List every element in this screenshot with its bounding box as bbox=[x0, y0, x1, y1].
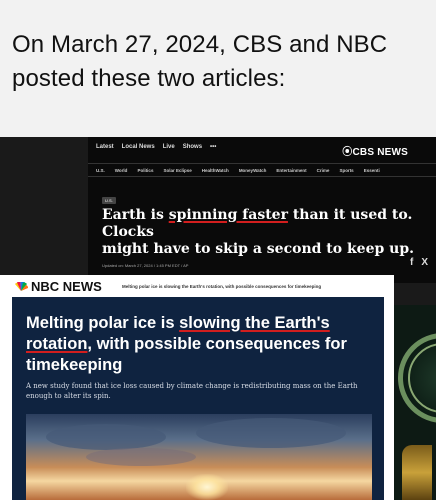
dial-gold-element bbox=[402, 445, 432, 500]
nbc-headline-underlined-1: slowing the Earth's bbox=[179, 314, 330, 332]
cbs-updated-date: Updated on: March 27, 2024 / 1:45 PM EDT… bbox=[102, 263, 189, 268]
cbs-article-screenshot: Latest Local News Live Shows ••• ⦿CBS NE… bbox=[88, 137, 436, 283]
cbs-nav-more[interactable]: ••• bbox=[210, 144, 216, 150]
cbs-section-tag[interactable]: U.S. bbox=[102, 197, 116, 204]
nbc-hero-image[interactable] bbox=[26, 414, 372, 500]
cbs-subnav-healthwatch[interactable]: HealthWatch bbox=[202, 168, 229, 173]
nbc-top-bar: NBC NEWS Melting polar ice is slowing th… bbox=[0, 275, 394, 297]
clock-dial-photo bbox=[394, 305, 436, 500]
cbs-subnav-solar-eclipse[interactable]: Solar Eclipse bbox=[163, 168, 191, 173]
cbs-subnav: U.S. World Politics Solar Eclipse Health… bbox=[88, 163, 436, 177]
nbc-article-screenshot: NBC NEWS Melting polar ice is slowing th… bbox=[0, 275, 394, 500]
facebook-icon[interactable]: f bbox=[410, 257, 413, 268]
x-icon[interactable]: X bbox=[421, 257, 428, 268]
cloud-shape bbox=[86, 448, 196, 466]
cbs-subnav-crime[interactable]: Crime bbox=[317, 168, 330, 173]
peacock-icon bbox=[15, 281, 28, 291]
cbs-subnav-world[interactable]: World bbox=[115, 168, 128, 173]
nbc-news-logo[interactable]: NBC NEWS bbox=[0, 279, 122, 294]
cbs-news-logo[interactable]: ⦿CBS NEWS bbox=[342, 143, 408, 158]
sun-glow bbox=[186, 474, 228, 500]
cloud-shape bbox=[196, 418, 346, 448]
cbs-share-icons: f X bbox=[410, 257, 428, 268]
cbs-headline: Earth is spinning faster than it used to… bbox=[102, 207, 436, 258]
nbc-headline-underlined-2: rotation bbox=[26, 335, 88, 353]
cbs-nav-local-news[interactable]: Local News bbox=[122, 144, 155, 150]
cbs-nav-latest[interactable]: Latest bbox=[96, 144, 114, 150]
nbc-article-body: Melting polar ice is slowing the Earth's… bbox=[12, 297, 384, 500]
post-caption: On March 27, 2024, CBS and NBC posted th… bbox=[12, 31, 388, 92]
cbs-subnav-moneywatch[interactable]: MoneyWatch bbox=[239, 168, 267, 173]
nbc-headline: Melting polar ice is slowing the Earth's… bbox=[26, 313, 372, 376]
cbs-subnav-politics[interactable]: Politics bbox=[137, 168, 153, 173]
cbs-nav-live[interactable]: Live bbox=[163, 144, 175, 150]
nbc-topline-title: Melting polar ice is slowing the Earth's… bbox=[122, 283, 322, 289]
cbs-subnav-essentials[interactable]: Essenti bbox=[364, 168, 380, 173]
nbc-brand-text: NBC NEWS bbox=[31, 278, 102, 294]
cbs-subnav-us[interactable]: U.S. bbox=[96, 168, 105, 173]
cbs-headline-part-1: Earth is bbox=[102, 207, 169, 223]
cbs-subnav-entertainment[interactable]: Entertainment bbox=[276, 168, 306, 173]
cloud-shape bbox=[46, 424, 166, 450]
cbs-subnav-sports[interactable]: Sports bbox=[339, 168, 353, 173]
cbs-nav-shows[interactable]: Shows bbox=[183, 144, 202, 150]
cbs-headline-underlined: spinning faster bbox=[168, 207, 288, 223]
nbc-headline-part-1: Melting polar ice is bbox=[26, 314, 180, 332]
nbc-dek: A new study found that ice loss caused b… bbox=[26, 382, 358, 400]
